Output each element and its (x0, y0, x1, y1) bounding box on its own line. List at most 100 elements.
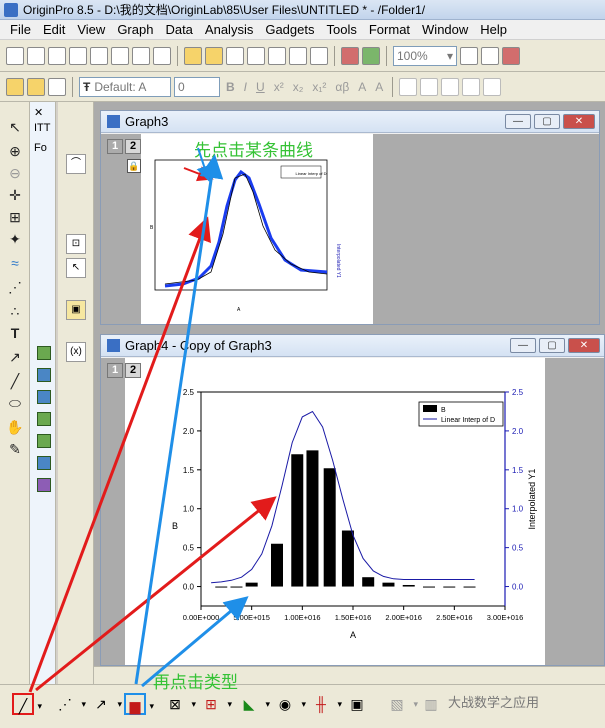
workbook-item-icon[interactable] (37, 434, 51, 448)
menu-help[interactable]: Help (474, 22, 513, 37)
save-template-icon[interactable] (247, 46, 265, 65)
font-size-combo[interactable]: 0 (174, 76, 220, 97)
line-color-icon[interactable] (483, 77, 502, 96)
align-left-icon[interactable] (399, 77, 418, 96)
stacked-plot-button[interactable]: ⊠ ▾ (164, 693, 196, 715)
rescale-icon[interactable]: ⊡ (66, 234, 86, 254)
import-wizard-icon[interactable] (310, 46, 328, 65)
menu-format[interactable]: Format (363, 22, 416, 37)
line-tool-icon[interactable]: ╱ (6, 372, 24, 390)
code-builder-icon[interactable] (48, 77, 66, 96)
layer-1-tab[interactable]: 1 (107, 363, 123, 378)
menu-file[interactable]: File (4, 22, 37, 37)
increase-font-button[interactable]: A (355, 80, 369, 94)
workbook-item-icon[interactable] (37, 346, 51, 360)
data-reader-icon[interactable]: ⊞ (6, 208, 24, 226)
polar-plot-button[interactable]: ◉ ▾ (274, 693, 306, 715)
bold-button[interactable]: B (223, 80, 238, 94)
pointer-icon[interactable]: ↖ (66, 258, 86, 278)
panel-close-icon[interactable]: ✕ (34, 106, 43, 119)
subscript-button[interactable]: x₂ (290, 80, 307, 94)
workbook-item-icon[interactable] (37, 412, 51, 426)
zoom-out-icon[interactable]: ⊖ (6, 164, 24, 182)
new-notes-icon[interactable] (153, 46, 171, 65)
matrix-item-icon[interactable] (37, 478, 51, 492)
floating-bar-button[interactable]: ⊞ ▾ (200, 693, 232, 715)
graph-preview-icon[interactable]: ⌒ (66, 154, 86, 174)
fill-color-icon[interactable] (462, 77, 481, 96)
3d-plot-button[interactable]: ▧ ▾ (386, 693, 418, 715)
draw-data-icon[interactable]: ≈ (6, 254, 24, 272)
maximize-button[interactable]: ▢ (534, 114, 560, 129)
3d-bars-button[interactable]: ▥ (420, 693, 442, 715)
refresh-icon[interactable] (362, 46, 380, 65)
pointer-icon[interactable]: ↖ (6, 118, 24, 136)
duplicate-icon[interactable] (341, 46, 359, 65)
layer-1-tab[interactable]: 1 (107, 139, 123, 154)
minimize-button[interactable]: — (505, 114, 531, 129)
graph4-window[interactable]: Graph4 - Copy of Graph3 — ▢ ✕ 1 2 0.00E+… (100, 334, 605, 666)
underline-button[interactable]: U (253, 80, 268, 94)
greek-button[interactable]: αβ (332, 80, 352, 94)
graph-item-icon[interactable] (37, 390, 51, 404)
open-template-icon[interactable] (205, 46, 223, 65)
align-center-icon[interactable] (420, 77, 439, 96)
variable-icon[interactable]: (x) (66, 342, 86, 362)
menu-gadgets[interactable]: Gadgets (259, 22, 320, 37)
export-icon[interactable] (502, 46, 520, 65)
save-project-icon[interactable] (226, 46, 244, 65)
italic-button[interactable]: I (241, 80, 250, 94)
new-excel-icon[interactable] (48, 46, 66, 65)
draw-tool-icon[interactable]: ✎ (6, 440, 24, 458)
menu-window[interactable]: Window (416, 22, 474, 37)
zoom-in-icon[interactable]: ⊕ (6, 142, 24, 160)
screen-reader-icon[interactable]: ✛ (6, 186, 24, 204)
menu-edit[interactable]: Edit (37, 22, 71, 37)
menu-data[interactable]: Data (159, 22, 198, 37)
scatter-plot-button[interactable]: ⋰ ▾ (54, 693, 86, 715)
menu-graph[interactable]: Graph (111, 22, 159, 37)
minimize-button[interactable]: — (510, 338, 536, 353)
decrease-font-button[interactable]: A (372, 80, 386, 94)
print-icon[interactable] (460, 46, 478, 65)
line-symbol-button[interactable]: ↗ ▾ (90, 693, 122, 715)
layer-2-tab[interactable]: 2 (125, 139, 141, 154)
mask-points-icon[interactable]: ⋰ (6, 278, 24, 296)
area-plot-button[interactable]: ◣ ▾ (238, 693, 270, 715)
graph-item-icon[interactable] (37, 368, 51, 382)
new-matrix-icon[interactable] (69, 46, 87, 65)
line-plot-button[interactable]: ╱ ▾ (12, 693, 42, 715)
hand-tool-icon[interactable]: ✋ (6, 418, 24, 436)
menu-tools[interactable]: Tools (321, 22, 363, 37)
new-graph-icon[interactable] (90, 46, 108, 65)
hi-lo-close-button[interactable]: ╫ ▾ (310, 693, 342, 715)
close-button[interactable]: ✕ (568, 338, 600, 353)
zoom-combo[interactable]: 100% ▾ (393, 45, 457, 66)
open-icon[interactable] (184, 46, 202, 65)
ellipse-tool-icon[interactable]: ⬭ (6, 394, 24, 412)
template-library-button[interactable]: ▣ (346, 693, 368, 715)
import-ascii-icon[interactable] (268, 46, 286, 65)
new-workbook-icon[interactable] (27, 46, 45, 65)
menu-analysis[interactable]: Analysis (199, 22, 259, 37)
supersubscript-button[interactable]: x₁² (309, 80, 329, 94)
command-window-icon[interactable] (27, 77, 45, 96)
notes-icon[interactable]: ▣ (66, 300, 86, 320)
graph3-window[interactable]: Graph3 — ▢ ✕ 1 2 🔒 Linear Interp of D B … (100, 110, 600, 325)
lock-icon[interactable]: 🔒 (127, 159, 141, 173)
new-project-icon[interactable] (6, 46, 24, 65)
text-tool-icon[interactable]: T (6, 324, 24, 342)
copy-page-icon[interactable] (481, 46, 499, 65)
close-button[interactable]: ✕ (563, 114, 595, 129)
script-window-icon[interactable] (6, 77, 24, 96)
arrow-tool-icon[interactable]: ↗ (6, 348, 24, 366)
maximize-button[interactable]: ▢ (539, 338, 565, 353)
font-combo[interactable]: Ŧ Default: A (79, 76, 171, 97)
column-plot-button[interactable]: ▆ ▾ (124, 693, 154, 715)
superscript-button[interactable]: x² (271, 80, 287, 94)
regional-data-icon[interactable]: ∴ (6, 302, 24, 320)
align-right-icon[interactable] (441, 77, 460, 96)
menu-view[interactable]: View (71, 22, 111, 37)
new-function-icon[interactable] (111, 46, 129, 65)
data-selector-icon[interactable]: ✦ (6, 230, 24, 248)
